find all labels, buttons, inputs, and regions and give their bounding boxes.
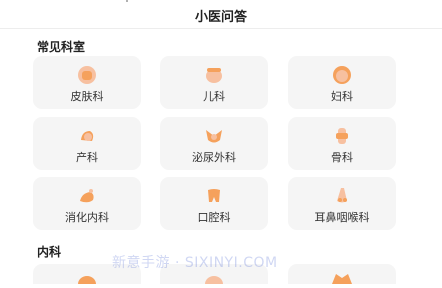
- department-label: 妇科: [331, 90, 353, 103]
- department-label: 口腔科: [197, 211, 231, 224]
- pregnancy-icon: [76, 125, 98, 147]
- section-title-common-departments: 常见科室: [37, 40, 86, 54]
- watermark: 新意手游 · SIXINYI.COM: [112, 255, 278, 271]
- department-card-orthopedics[interactable]: 骨科: [288, 117, 396, 170]
- nose-icon: [331, 185, 353, 207]
- department-card-stomatology[interactable]: 口腔科: [160, 177, 268, 230]
- department-card-obstetrics[interactable]: 产科: [33, 117, 141, 170]
- kidney-icon: [203, 125, 225, 147]
- department-label: 泌尿外科: [192, 151, 236, 164]
- department-card-dermatology[interactable]: 皮肤科: [33, 56, 141, 109]
- department-card-urology[interactable]: 泌尿外科: [160, 117, 268, 170]
- stomach-icon: [76, 185, 98, 207]
- top-bar: 小医问答: [0, 0, 442, 29]
- department-label: 消化内科: [65, 211, 109, 224]
- department-label: 儿科: [203, 90, 225, 103]
- department-card-ent[interactable]: 耳鼻咽喉科: [288, 177, 396, 230]
- status-dot: [126, 0, 128, 2]
- department-label: 产科: [76, 151, 98, 164]
- woman-face-icon: [331, 64, 353, 86]
- department-card-pediatrics[interactable]: 儿科: [160, 56, 268, 109]
- hand-skin-icon: [76, 64, 98, 86]
- department-label: 耳鼻咽喉科: [314, 211, 370, 224]
- department-label: 骨科: [331, 151, 353, 164]
- department-card-gastroenterology[interactable]: 消化内科: [33, 177, 141, 230]
- tooth-icon: [203, 185, 225, 207]
- bone-icon: [331, 125, 353, 147]
- section-title-internal-medicine: 内科: [37, 245, 62, 259]
- page-title: 小医问答: [194, 10, 247, 25]
- department-card-gynecology[interactable]: 妇科: [288, 56, 396, 109]
- baby-face-icon: [203, 64, 225, 86]
- department-label: 皮肤科: [70, 90, 104, 103]
- department-card-partial[interactable]: [288, 264, 396, 284]
